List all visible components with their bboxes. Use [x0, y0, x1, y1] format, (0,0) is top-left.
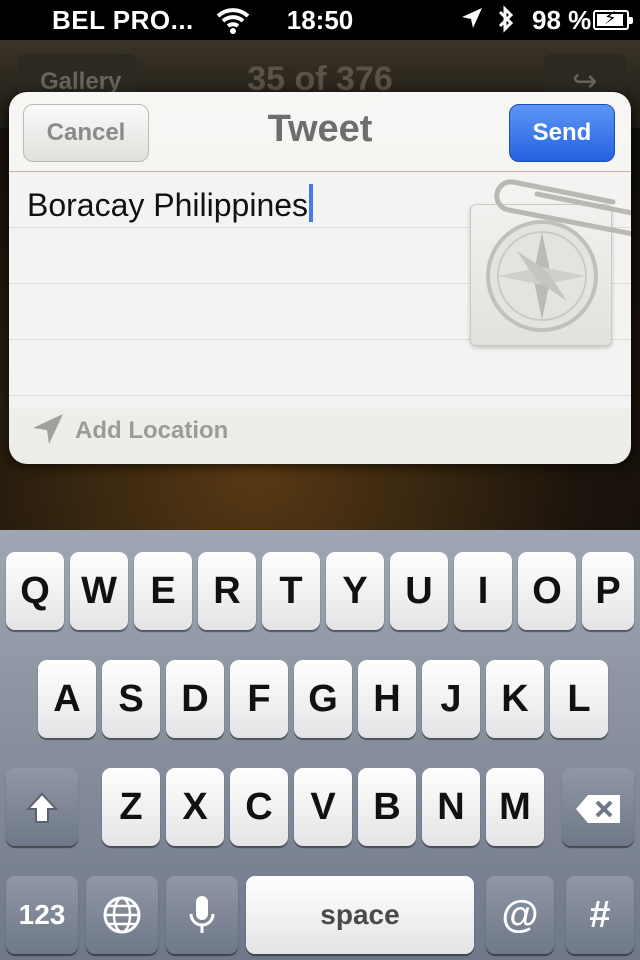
key-y[interactable]: Y [326, 552, 384, 630]
key-c[interactable]: C [230, 768, 288, 846]
send-button[interactable]: Send [509, 104, 615, 162]
key-d[interactable]: D [166, 660, 224, 738]
globe-key[interactable] [86, 876, 158, 954]
microphone-icon [189, 896, 215, 933]
key-t[interactable]: T [262, 552, 320, 630]
key-x[interactable]: X [166, 768, 224, 846]
microphone-key[interactable] [166, 876, 238, 954]
location-services-icon [460, 6, 484, 39]
tweet-sheet: Cancel Tweet Send Boracay Philippines Ad… [9, 92, 631, 464]
key-p[interactable]: P [582, 552, 634, 630]
add-location-button[interactable]: Add Location [31, 412, 228, 446]
key-a[interactable]: A [38, 660, 96, 738]
numbers-key[interactable]: 123 [6, 876, 78, 954]
tweet-sheet-header: Cancel Tweet Send [9, 92, 631, 172]
key-v[interactable]: V [294, 768, 352, 846]
key-w[interactable]: W [70, 552, 128, 630]
key-o[interactable]: O [518, 552, 576, 630]
key-b[interactable]: B [358, 768, 416, 846]
globe-icon [103, 896, 141, 934]
status-bar: BEL PRO... 18:50 98 % ⚡ [0, 0, 640, 53]
keyboard: Q W E R T Y U I O P A S D F G H J K L Z … [0, 530, 640, 960]
key-j[interactable]: J [422, 660, 480, 738]
tweet-text-field[interactable]: Boracay Philippines [27, 184, 314, 224]
shift-arrow-icon [25, 792, 59, 823]
hash-key[interactable]: # [566, 876, 634, 954]
tweet-text: Boracay Philippines [27, 187, 309, 223]
paperclip-icon [494, 179, 631, 237]
add-location-label: Add Location [75, 417, 229, 444]
bluetooth-icon [496, 4, 516, 41]
key-i[interactable]: I [454, 552, 512, 630]
space-key[interactable]: space [246, 876, 474, 954]
key-q[interactable]: Q [6, 552, 64, 630]
key-m[interactable]: M [486, 768, 544, 846]
key-u[interactable]: U [390, 552, 448, 630]
delete-key[interactable] [562, 768, 634, 846]
key-n[interactable]: N [422, 768, 480, 846]
key-f[interactable]: F [230, 660, 288, 738]
text-caret [309, 184, 314, 222]
key-r[interactable]: R [198, 552, 256, 630]
shift-key[interactable] [6, 768, 78, 846]
backspace-icon [576, 795, 620, 823]
at-key[interactable]: @ [486, 876, 554, 954]
key-l[interactable]: L [550, 660, 608, 738]
key-g[interactable]: G [294, 660, 352, 738]
location-arrow-icon [33, 414, 63, 444]
key-e[interactable]: E [134, 552, 192, 630]
key-z[interactable]: Z [102, 768, 160, 846]
battery-charging-icon: ⚡ [593, 8, 633, 30]
key-h[interactable]: H [358, 660, 416, 738]
key-k[interactable]: K [486, 660, 544, 738]
battery-percentage: 98 % [532, 5, 592, 35]
key-s[interactable]: S [102, 660, 160, 738]
